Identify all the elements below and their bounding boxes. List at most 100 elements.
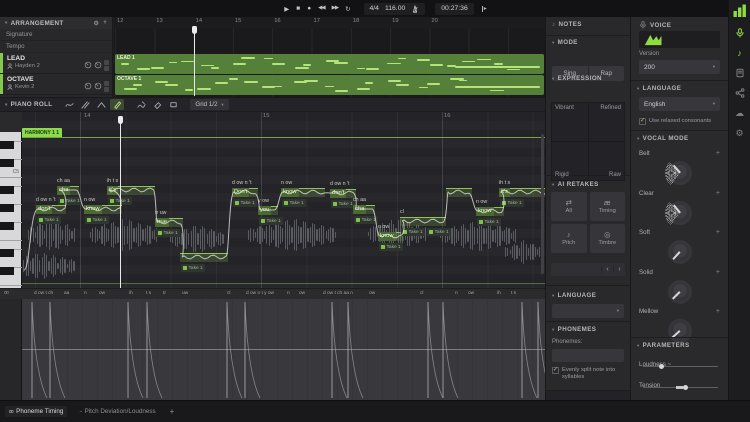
phoneme-token[interactable]: ow <box>99 291 105 296</box>
grid-select[interactable]: Grid 1/2 ▾ <box>190 99 228 110</box>
expression-xy-pad[interactable]: Vibrant Refined Rigid Raw <box>551 102 625 181</box>
retake-timing-button[interactable]: æTiming <box>590 192 626 221</box>
clear-knob[interactable] <box>667 200 693 226</box>
phonemes-section-header[interactable]: ▾ PHONEMES <box>546 326 602 333</box>
loop-icon[interactable]: ↻ <box>342 5 353 13</box>
track-row-lead[interactable]: LEADHayden 2 <box>0 53 112 74</box>
mellow-knob[interactable] <box>667 318 693 344</box>
phoneme-token[interactable]: cl <box>227 291 230 296</box>
voice-language-select[interactable]: English ▾ <box>639 97 720 111</box>
arrangement-settings-icon[interactable]: ⚙ <box>94 20 100 27</box>
arrangement-timeline[interactable]: 121314151617181920 LEAD 1OCTAVE 1 <box>114 17 545 97</box>
line-tool-icon[interactable] <box>78 99 92 110</box>
note-language-select[interactable]: ▾ <box>552 304 624 318</box>
take-chip[interactable]: Take 1 <box>85 216 109 224</box>
collapse-arrow-icon[interactable]: ▾ <box>5 20 8 26</box>
piano-roll-canvas[interactable]: 141516 C5 HARMONY 1 1 d ow n 'tdon'tTake… <box>0 112 545 288</box>
phoneme-strip[interactable]: 00 d ow t chaanowiht struwcld ow n t y o… <box>0 288 545 299</box>
time-signature[interactable]: 4/4 <box>370 5 379 12</box>
tension-slider[interactable] <box>643 387 718 388</box>
knob-add-icon[interactable]: + <box>716 229 720 236</box>
knob-add-icon[interactable]: + <box>716 308 720 315</box>
play-icon[interactable]: ▶ <box>281 5 292 13</box>
knob-add-icon[interactable]: + <box>716 269 720 276</box>
retake-prev-icon[interactable]: ‹ <box>601 266 613 273</box>
language-section-header[interactable]: ▾ LANGUAGE <box>546 292 602 299</box>
phoneme-token[interactable]: ih <box>497 291 501 296</box>
phoneme-token[interactable]: t s <box>511 291 516 296</box>
metronome-icon[interactable] <box>411 5 419 13</box>
pitch-tool-icon[interactable] <box>62 99 76 110</box>
take-chip[interactable]: Take 1 <box>259 217 283 225</box>
piano-note[interactable]: cha <box>353 205 375 214</box>
brush-tool-icon[interactable] <box>134 99 148 110</box>
library-icon[interactable] <box>732 65 748 81</box>
phoneme-token[interactable]: d ow t ch <box>34 291 53 296</box>
vocal-mode-header[interactable]: ▾ VOCAL MODE <box>631 135 695 142</box>
soft-knob[interactable] <box>667 239 693 265</box>
parameters-header[interactable]: ▾ PARAMETERS <box>631 342 696 349</box>
take-chip[interactable]: Take 1 <box>477 218 501 226</box>
share-icon[interactable] <box>732 85 748 101</box>
voice-language-header[interactable]: ▾ LANGUAGE <box>631 85 687 92</box>
track-knob-icon[interactable] <box>94 77 102 95</box>
slider-handle[interactable] <box>659 364 664 369</box>
piano-key[interactable] <box>0 267 14 275</box>
checkbox-check-icon[interactable]: ✓ <box>552 367 559 374</box>
phoneme-token[interactable]: tr <box>163 291 166 296</box>
phoneme-token[interactable]: ih <box>129 291 133 296</box>
piano-note[interactable]: know <box>476 207 504 216</box>
eraser-tool-icon[interactable] <box>150 99 164 110</box>
take-chip[interactable]: Take 1 <box>181 264 205 272</box>
piano-key[interactable] <box>0 204 14 212</box>
take-chip[interactable]: Take 1 <box>156 229 180 237</box>
voice-avatar[interactable] <box>639 31 720 48</box>
piano-key[interactable] <box>0 159 14 167</box>
vertex-tool-icon[interactable] <box>94 99 108 110</box>
signature-lane-label[interactable]: Signature <box>0 29 112 41</box>
phoneme-token[interactable]: d ow n t y ow <box>246 291 274 296</box>
pencil-tool-icon[interactable] <box>110 99 124 110</box>
piano-keyboard[interactable]: C5 <box>0 132 22 288</box>
phoneme-token[interactable]: ow <box>299 291 305 296</box>
bottom-tab-phoneme-timing[interactable]: 00Phoneme Timing <box>5 406 67 417</box>
take-chip[interactable]: Take 1 <box>282 199 306 207</box>
piano-note[interactable] <box>446 188 472 197</box>
timecode-box[interactable]: 00:27:36 <box>435 3 473 15</box>
phonemes-input[interactable] <box>552 349 624 362</box>
bpm-value[interactable]: 116.00 <box>385 5 405 12</box>
loudness-slider[interactable] <box>643 366 718 367</box>
mute-solo-buttons[interactable] <box>104 81 109 92</box>
version-select[interactable]: 200 ▾ <box>639 60 720 74</box>
tempo-lane-label[interactable]: Tempo <box>0 41 112 53</box>
knob-add-icon[interactable]: + <box>716 150 720 157</box>
collapse-arrow-icon[interactable]: ▾ <box>5 102 8 108</box>
piano-roll-playhead-head[interactable] <box>118 116 123 124</box>
voice-icon[interactable] <box>732 25 748 41</box>
piano-key[interactable] <box>0 222 14 230</box>
slider-handle[interactable] <box>683 385 688 390</box>
split-syllables-checkbox[interactable]: ✓ Evenly split note into syllables <box>552 367 626 381</box>
piano-roll-playhead[interactable] <box>120 116 121 288</box>
piano-note[interactable]: don't <box>36 205 66 214</box>
track-knob-icon[interactable] <box>84 77 92 95</box>
clip-tab[interactable]: HARMONY 1 1 <box>22 128 62 137</box>
record-icon[interactable]: ● <box>304 5 314 13</box>
arrangement-playhead[interactable] <box>194 26 195 96</box>
phoneme-token[interactable]: d ow t ch aa n <box>323 291 353 296</box>
vertical-scrollbar[interactable] <box>541 134 545 274</box>
retake-next-icon[interactable]: › <box>613 266 625 273</box>
phoneme-token[interactable]: uw <box>182 291 188 296</box>
track-knob-icon[interactable] <box>84 56 92 74</box>
arrangement-header[interactable]: ▾ ARRANGEMENT ⚙ + <box>0 17 112 29</box>
relaxed-consonants-checkbox[interactable]: ✓ Use relaxed consonants <box>639 118 724 125</box>
piano-note[interactable]: you <box>258 206 278 215</box>
take-chip[interactable]: Take 1 <box>233 199 257 207</box>
retake-all-button[interactable]: ⇄All <box>551 192 587 221</box>
notes-icon[interactable]: ♪ <box>732 45 748 61</box>
piano-note[interactable]: true <box>155 218 183 227</box>
tempo-box[interactable]: 4/4 116.00 <box>364 3 426 15</box>
take-chip[interactable]: Take 1 <box>427 228 451 236</box>
take-chip[interactable]: Take 1 <box>58 197 82 205</box>
piano-roll-header[interactable]: ▾ PIANO ROLL <box>5 101 52 108</box>
